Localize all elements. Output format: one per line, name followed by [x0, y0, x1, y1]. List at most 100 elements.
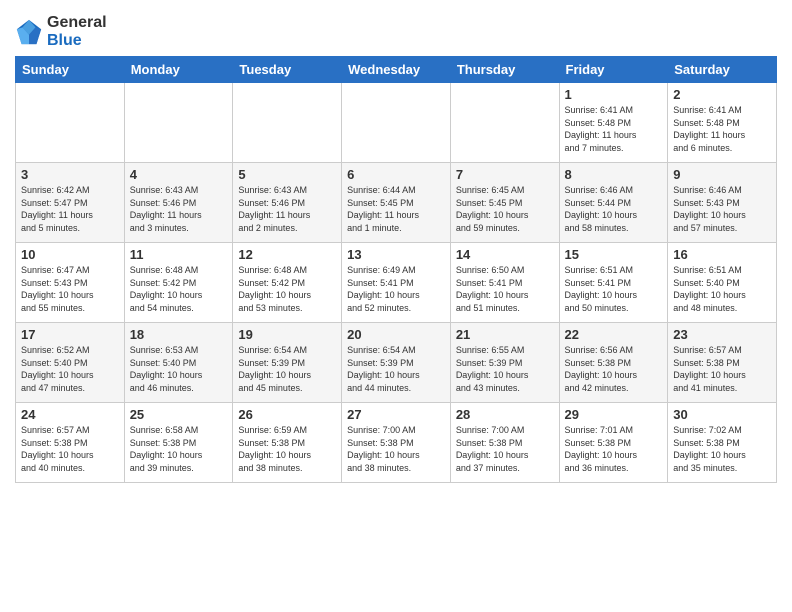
day-number-25: 25	[130, 407, 228, 422]
logo: General Blue	[15, 14, 107, 50]
day-number-20: 20	[347, 327, 445, 342]
day-cell-23: 23 Sunrise: 6:57 AM Sunset: 5:38 PM Dayli…	[668, 323, 777, 403]
day-info-13: Sunrise: 6:49 AM Sunset: 5:41 PM Dayligh…	[347, 264, 445, 314]
day-info-28: Sunrise: 7:00 AM Sunset: 5:38 PM Dayligh…	[456, 424, 554, 474]
empty-cell	[450, 83, 559, 163]
week-row-0: 1Sunrise: 6:41 AM Sunset: 5:48 PM Daylig…	[16, 83, 777, 163]
day-info-23: Sunrise: 6:57 AM Sunset: 5:38 PM Dayligh…	[673, 344, 771, 394]
day-number-26: 26	[238, 407, 336, 422]
logo-icon	[15, 18, 43, 46]
day-cell-12: 12 Sunrise: 6:48 AM Sunset: 5:42 PM Dayli…	[233, 243, 342, 323]
day-info-12: Sunrise: 6:48 AM Sunset: 5:42 PM Dayligh…	[238, 264, 336, 314]
day-number-12: 12	[238, 247, 336, 262]
day-number-16: 16	[673, 247, 771, 262]
day-cell-29: 29 Sunrise: 7:01 AM Sunset: 5:38 PM Dayli…	[559, 403, 668, 483]
day-number-21: 21	[456, 327, 554, 342]
day-number-15: 15	[565, 247, 663, 262]
day-info-30: Sunrise: 7:02 AM Sunset: 5:38 PM Dayligh…	[673, 424, 771, 474]
day-cell-22: 22Sunrise: 6:56 AM Sunset: 5:38 PM Dayli…	[559, 323, 668, 403]
day-number-24: 24	[21, 407, 119, 422]
weekday-header-thursday: Thursday	[450, 57, 559, 83]
day-cell-4: 4 Sunrise: 6:43 AM Sunset: 5:46 PM Daylig…	[124, 163, 233, 243]
day-number-27: 27	[347, 407, 445, 422]
day-info-8: Sunrise: 6:46 AM Sunset: 5:44 PM Dayligh…	[565, 184, 663, 234]
day-info-11: Sunrise: 6:48 AM Sunset: 5:42 PM Dayligh…	[130, 264, 228, 314]
day-cell-19: 19Sunrise: 6:54 AM Sunset: 5:39 PM Dayli…	[233, 323, 342, 403]
day-cell-30: 30 Sunrise: 7:02 AM Sunset: 5:38 PM Dayli…	[668, 403, 777, 483]
day-number-23: 23	[673, 327, 771, 342]
day-number-9: 9	[673, 167, 771, 182]
day-cell-26: 26 Sunrise: 6:59 AM Sunset: 5:38 PM Dayli…	[233, 403, 342, 483]
day-cell-8: 8Sunrise: 6:46 AM Sunset: 5:44 PM Daylig…	[559, 163, 668, 243]
day-cell-14: 14 Sunrise: 6:50 AM Sunset: 5:41 PM Dayli…	[450, 243, 559, 323]
day-number-13: 13	[347, 247, 445, 262]
day-info-21: Sunrise: 6:55 AM Sunset: 5:39 PM Dayligh…	[456, 344, 554, 394]
day-number-7: 7	[456, 167, 554, 182]
header: General Blue	[15, 10, 777, 50]
day-cell-3: 3 Sunrise: 6:42 AM Sunset: 5:47 PM Daylig…	[16, 163, 125, 243]
day-cell-28: 28 Sunrise: 7:00 AM Sunset: 5:38 PM Dayli…	[450, 403, 559, 483]
day-info-3: Sunrise: 6:42 AM Sunset: 5:47 PM Dayligh…	[21, 184, 119, 234]
weekday-header-friday: Friday	[559, 57, 668, 83]
day-cell-7: 7 Sunrise: 6:45 AM Sunset: 5:45 PM Daylig…	[450, 163, 559, 243]
empty-cell	[16, 83, 125, 163]
day-cell-24: 24 Sunrise: 6:57 AM Sunset: 5:38 PM Dayli…	[16, 403, 125, 483]
day-cell-27: 27 Sunrise: 7:00 AM Sunset: 5:38 PM Dayli…	[342, 403, 451, 483]
day-info-29: Sunrise: 7:01 AM Sunset: 5:38 PM Dayligh…	[565, 424, 663, 474]
day-info-2: Sunrise: 6:41 AM Sunset: 5:48 PM Dayligh…	[673, 104, 771, 154]
day-info-16: Sunrise: 6:51 AM Sunset: 5:40 PM Dayligh…	[673, 264, 771, 314]
empty-cell	[342, 83, 451, 163]
day-cell-6: 6Sunrise: 6:44 AM Sunset: 5:45 PM Daylig…	[342, 163, 451, 243]
day-info-20: Sunrise: 6:54 AM Sunset: 5:39 PM Dayligh…	[347, 344, 445, 394]
empty-cell	[233, 83, 342, 163]
day-cell-5: 5Sunrise: 6:43 AM Sunset: 5:46 PM Daylig…	[233, 163, 342, 243]
week-row-4: 24 Sunrise: 6:57 AM Sunset: 5:38 PM Dayli…	[16, 403, 777, 483]
day-info-1: Sunrise: 6:41 AM Sunset: 5:48 PM Dayligh…	[565, 104, 663, 154]
day-info-24: Sunrise: 6:57 AM Sunset: 5:38 PM Dayligh…	[21, 424, 119, 474]
day-info-6: Sunrise: 6:44 AM Sunset: 5:45 PM Dayligh…	[347, 184, 445, 234]
day-cell-21: 21 Sunrise: 6:55 AM Sunset: 5:39 PM Dayli…	[450, 323, 559, 403]
day-info-14: Sunrise: 6:50 AM Sunset: 5:41 PM Dayligh…	[456, 264, 554, 314]
day-number-19: 19	[238, 327, 336, 342]
day-cell-9: 9 Sunrise: 6:46 AM Sunset: 5:43 PM Daylig…	[668, 163, 777, 243]
day-number-14: 14	[456, 247, 554, 262]
empty-cell	[124, 83, 233, 163]
day-info-4: Sunrise: 6:43 AM Sunset: 5:46 PM Dayligh…	[130, 184, 228, 234]
day-cell-11: 11 Sunrise: 6:48 AM Sunset: 5:42 PM Dayli…	[124, 243, 233, 323]
week-row-3: 17 Sunrise: 6:52 AM Sunset: 5:40 PM Dayli…	[16, 323, 777, 403]
weekday-header-row: SundayMondayTuesdayWednesdayThursdayFrid…	[16, 57, 777, 83]
day-number-4: 4	[130, 167, 228, 182]
day-number-30: 30	[673, 407, 771, 422]
day-number-5: 5	[238, 167, 336, 182]
day-info-10: Sunrise: 6:47 AM Sunset: 5:43 PM Dayligh…	[21, 264, 119, 314]
day-cell-16: 16 Sunrise: 6:51 AM Sunset: 5:40 PM Dayli…	[668, 243, 777, 323]
weekday-header-sunday: Sunday	[16, 57, 125, 83]
day-info-27: Sunrise: 7:00 AM Sunset: 5:38 PM Dayligh…	[347, 424, 445, 474]
day-info-7: Sunrise: 6:45 AM Sunset: 5:45 PM Dayligh…	[456, 184, 554, 234]
logo-text: General Blue	[47, 14, 107, 50]
day-number-3: 3	[21, 167, 119, 182]
day-number-18: 18	[130, 327, 228, 342]
week-row-1: 3 Sunrise: 6:42 AM Sunset: 5:47 PM Daylig…	[16, 163, 777, 243]
day-number-28: 28	[456, 407, 554, 422]
day-cell-15: 15Sunrise: 6:51 AM Sunset: 5:41 PM Dayli…	[559, 243, 668, 323]
day-number-2: 2	[673, 87, 771, 102]
weekday-header-monday: Monday	[124, 57, 233, 83]
day-number-17: 17	[21, 327, 119, 342]
day-cell-13: 13 Sunrise: 6:49 AM Sunset: 5:41 PM Dayli…	[342, 243, 451, 323]
day-cell-20: 20 Sunrise: 6:54 AM Sunset: 5:39 PM Dayli…	[342, 323, 451, 403]
week-row-2: 10 Sunrise: 6:47 AM Sunset: 5:43 PM Dayli…	[16, 243, 777, 323]
day-cell-2: 2 Sunrise: 6:41 AM Sunset: 5:48 PM Daylig…	[668, 83, 777, 163]
day-number-11: 11	[130, 247, 228, 262]
day-cell-25: 25Sunrise: 6:58 AM Sunset: 5:38 PM Dayli…	[124, 403, 233, 483]
day-number-29: 29	[565, 407, 663, 422]
weekday-header-wednesday: Wednesday	[342, 57, 451, 83]
day-cell-1: 1Sunrise: 6:41 AM Sunset: 5:48 PM Daylig…	[559, 83, 668, 163]
day-info-22: Sunrise: 6:56 AM Sunset: 5:38 PM Dayligh…	[565, 344, 663, 394]
day-info-9: Sunrise: 6:46 AM Sunset: 5:43 PM Dayligh…	[673, 184, 771, 234]
day-info-17: Sunrise: 6:52 AM Sunset: 5:40 PM Dayligh…	[21, 344, 119, 394]
day-info-26: Sunrise: 6:59 AM Sunset: 5:38 PM Dayligh…	[238, 424, 336, 474]
day-number-10: 10	[21, 247, 119, 262]
weekday-header-saturday: Saturday	[668, 57, 777, 83]
day-info-18: Sunrise: 6:53 AM Sunset: 5:40 PM Dayligh…	[130, 344, 228, 394]
